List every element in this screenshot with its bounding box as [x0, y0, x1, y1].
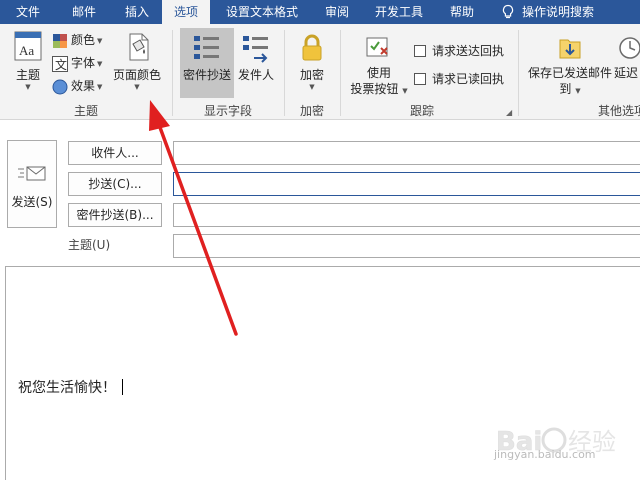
- save-sent-to-button[interactable]: 保存已发送邮件 到 ▼: [526, 32, 614, 99]
- svg-text:文: 文: [55, 57, 67, 72]
- colors-icon: [53, 33, 67, 48]
- tab-file[interactable]: 文件: [0, 0, 56, 24]
- bcc-field-icon: [194, 36, 219, 59]
- colors-button[interactable]: 颜色 ▼: [52, 30, 102, 50]
- group-label-show-fields: 显示字段: [203, 104, 252, 118]
- encrypt-button[interactable]: 加密 ▼: [292, 32, 332, 91]
- save-sent-label-line2: 到 ▼: [559, 82, 581, 96]
- theme-label: 主题: [15, 68, 40, 82]
- tab-mail[interactable]: 邮件: [56, 0, 112, 24]
- tracking-dialog-launcher[interactable]: ◢: [506, 108, 512, 117]
- tab-insert[interactable]: 插入: [112, 0, 162, 24]
- theme-button[interactable]: Aa 主题 ▼: [8, 30, 48, 91]
- tab-review[interactable]: 审阅: [314, 0, 360, 24]
- tab-format-text[interactable]: 设置文本格式: [212, 0, 312, 24]
- group-label-encrypt: 加密: [299, 104, 324, 118]
- fonts-button[interactable]: 文 字体 ▼: [52, 53, 102, 73]
- voting-icon: [366, 37, 388, 57]
- send-button[interactable]: 发送(S): [7, 140, 57, 228]
- cc-button[interactable]: 抄送(C)...: [68, 172, 162, 196]
- tab-options[interactable]: 选项: [162, 0, 210, 24]
- group-label-themes: 主题: [73, 104, 98, 118]
- bcc-input[interactable]: [173, 203, 640, 227]
- cc-input[interactable]: [173, 172, 640, 196]
- voting-label-line2: 投票按钮 ▼: [350, 82, 408, 96]
- effects-icon: [52, 79, 68, 94]
- clock-icon: [619, 37, 640, 59]
- save-sent-label-line1: 保存已发送邮件: [527, 66, 612, 80]
- send-envelope-icon: [18, 166, 46, 181]
- effects-button[interactable]: 效果 ▼: [52, 76, 102, 96]
- lock-icon: [302, 34, 322, 61]
- svg-text:Aa: Aa: [19, 43, 34, 58]
- tab-developer[interactable]: 开发工具: [362, 0, 436, 24]
- to-input[interactable]: [173, 141, 640, 165]
- voting-label-line1: 使用: [366, 66, 391, 80]
- page-color-button[interactable]: 页面颜色 ▼: [110, 30, 164, 91]
- request-delivery-receipt-checkbox[interactable]: 请求送达回执: [414, 42, 504, 60]
- encrypt-label: 加密: [299, 68, 324, 82]
- bcc-label: 密件抄送: [182, 68, 231, 82]
- voting-buttons-button[interactable]: 使用 投票按钮 ▼: [348, 32, 410, 99]
- from-field-icon: [243, 36, 268, 63]
- delay-delivery-button[interactable]: 延迟: [614, 32, 640, 81]
- fonts-icon: 文: [52, 55, 68, 72]
- group-separator: [518, 30, 519, 116]
- watermark-site: jingyan.baidu.com: [494, 448, 596, 461]
- show-from-button[interactable]: 发件人: [236, 32, 276, 83]
- tell-me-search[interactable]: 操作说明搜索: [522, 0, 612, 24]
- delay-label: 延迟: [614, 66, 639, 80]
- lightbulb-icon: [502, 4, 514, 19]
- subject-input[interactable]: [173, 234, 640, 258]
- theme-icon: Aa: [14, 31, 42, 61]
- send-label: 发送(S): [11, 195, 53, 209]
- group-label-tracking: 跟踪: [409, 104, 434, 118]
- tab-help[interactable]: 帮助: [438, 0, 486, 24]
- baidu-watermark-logo: Bai 经验: [496, 427, 616, 458]
- show-bcc-button[interactable]: 密件抄送: [180, 32, 234, 83]
- from-label: 发件人: [237, 68, 274, 82]
- page-color-icon: [129, 33, 149, 61]
- to-button[interactable]: 收件人...: [68, 141, 162, 165]
- page-color-label: 页面颜色: [112, 68, 161, 82]
- save-sent-icon: [559, 39, 581, 59]
- body-text: 祝您生活愉快！: [18, 377, 123, 397]
- subject-label: 主题(U): [68, 238, 111, 252]
- group-label-more-options: 其他选项: [598, 104, 640, 118]
- text-cursor: [122, 379, 123, 395]
- menu-bar: 文件 邮件 插入 选项 设置文本格式 审阅 开发工具 帮助 操作说明搜索: [0, 0, 640, 24]
- bcc-button[interactable]: 密件抄送(B)...: [68, 203, 162, 227]
- request-read-receipt-checkbox[interactable]: 请求已读回执: [414, 70, 504, 88]
- ribbon: Aa 主题 ▼ 颜色 ▼ 文 字体 ▼ 效果 ▼ 页面颜色 ▼ 主题 密件抄送 …: [0, 24, 640, 120]
